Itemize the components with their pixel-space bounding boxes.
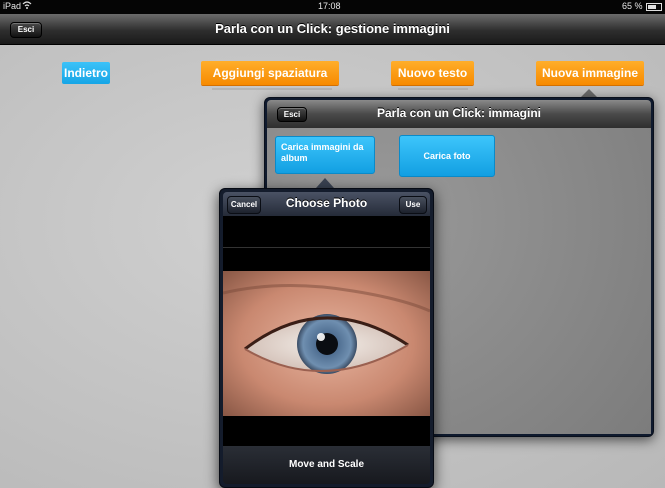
popover-title: Parla con un Click: immagini (376, 106, 542, 120)
battery-icon (646, 3, 662, 11)
clock: 17:08 (318, 1, 341, 11)
device-label: iPad (3, 1, 22, 11)
photo-image[interactable] (223, 271, 430, 416)
crop-guide-line (223, 247, 430, 248)
wifi-icon (22, 0, 32, 12)
status-bar: iPad 17:08 65 % (0, 0, 665, 14)
load-photo-button[interactable]: Carica foto (399, 135, 495, 177)
photo-crop-area[interactable] (223, 216, 430, 446)
use-button[interactable]: Use (399, 196, 427, 214)
battery-label: 65 % (622, 1, 643, 11)
choose-photo-header: Cancel Choose Photo Use (223, 192, 430, 216)
divider (212, 88, 332, 90)
divider (398, 88, 468, 90)
new-text-button[interactable]: Nuovo testo (391, 61, 474, 85)
images-popover-header: Esci Parla con un Click: immagini (267, 100, 651, 128)
move-and-scale-label: Move and Scale (223, 446, 430, 484)
load-album-button[interactable]: Carica immagini da album (275, 136, 375, 174)
popover-arrow (316, 178, 334, 188)
new-image-button[interactable]: Nuova immagine (536, 61, 644, 85)
title-bar: Esci Parla con un Click: gestione immagi… (0, 14, 665, 45)
back-button[interactable]: Indietro (62, 62, 110, 84)
page-title: Parla con un Click: gestione immagini (215, 21, 450, 36)
add-spacing-button[interactable]: Aggiungi spaziatura (201, 61, 339, 85)
choose-photo-popover: Cancel Choose Photo Use Move and Scale (219, 188, 434, 488)
